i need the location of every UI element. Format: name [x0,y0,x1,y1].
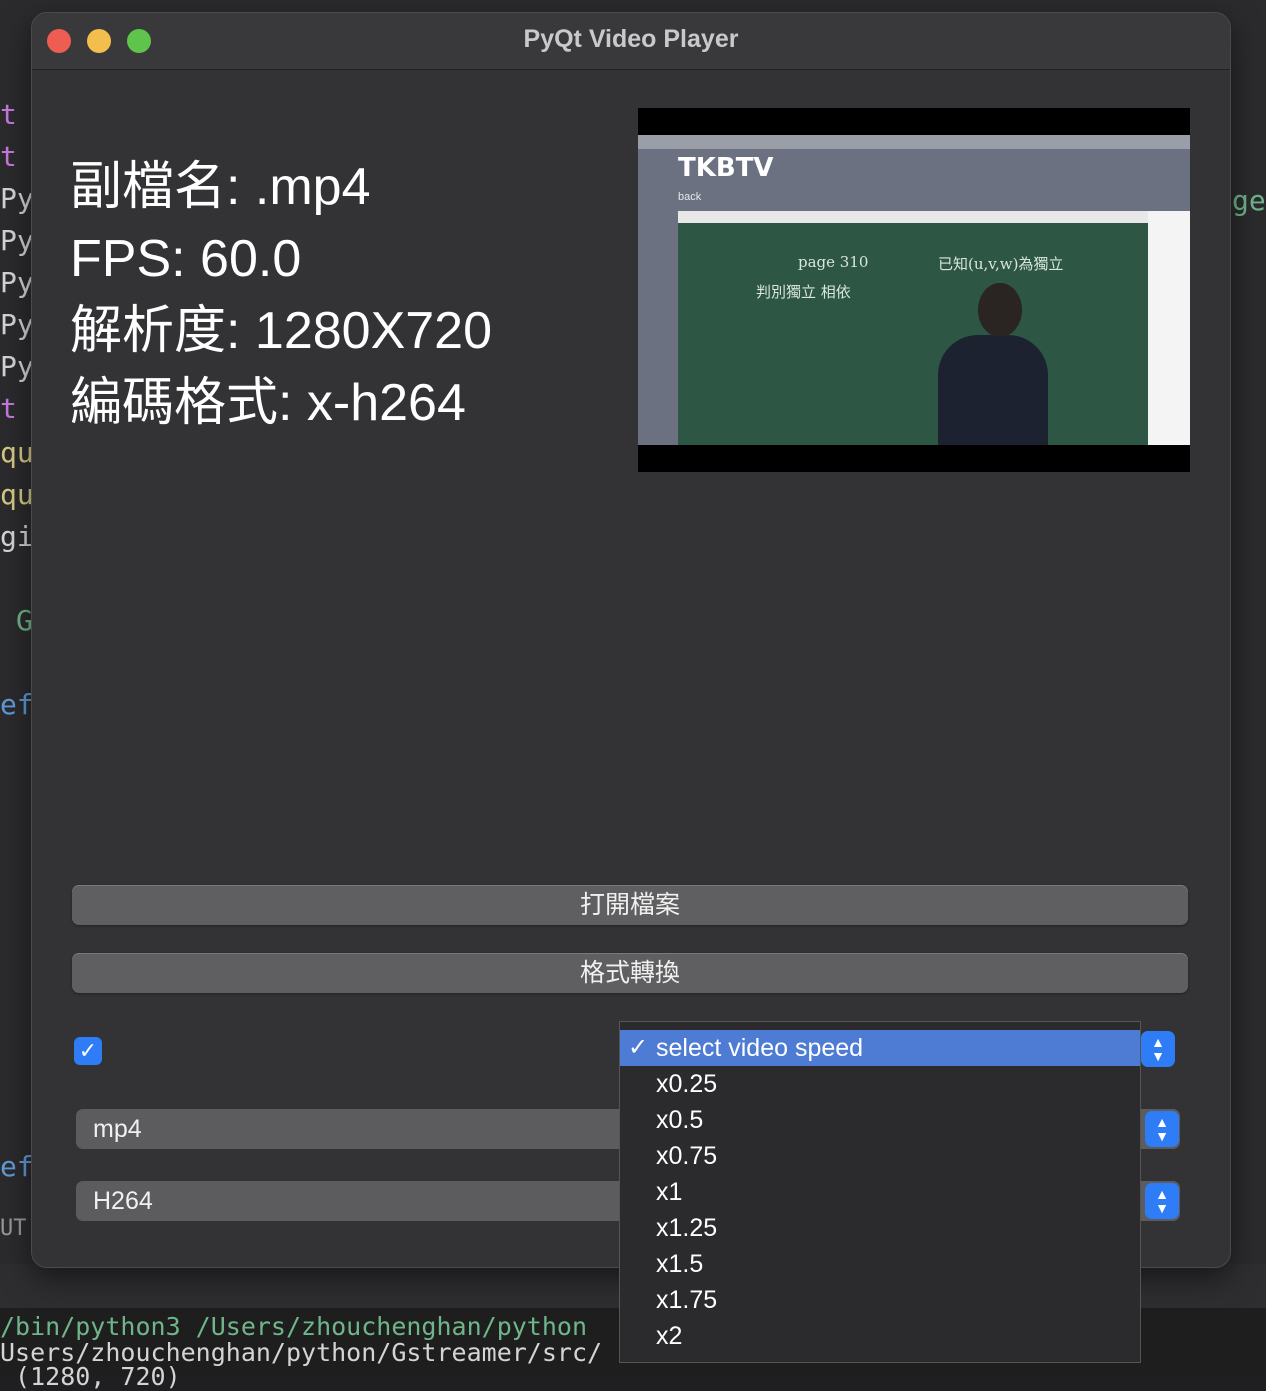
video-frame: TKBTV back page 310 判別獨立 相依 已知(u,v,w)為獨立 [638,135,1190,445]
checkmark-icon: ✓ [78,1038,98,1063]
open-file-button[interactable]: 打開檔案 [72,885,1188,925]
speed-option[interactable]: x0.25 [620,1066,1140,1102]
tkb-logo: TKBTV [678,153,774,183]
terminal-line: (1280, 720) [0,1362,181,1391]
title-bar: PyQt Video Player [32,13,1230,70]
speed-dropdown-menu: ✓ select video speed x0.25 x0.5 x0.75 x1… [619,1021,1141,1363]
editor-text-fragment: ge [1232,184,1266,217]
speed-option[interactable]: x0.75 [620,1138,1140,1174]
speed-option[interactable]: x1.25 [620,1210,1140,1246]
speed-option[interactable]: x1 [620,1174,1140,1210]
gutter-text: UT [0,1216,27,1241]
enable-checkbox[interactable]: ✓ [74,1037,102,1065]
gutter-text: Py [0,308,34,341]
speed-option-label: select video speed [656,1034,864,1062]
speed-option[interactable]: x1.75 [620,1282,1140,1318]
gutter-text: Py [0,350,34,383]
gutter-text: t [0,98,17,131]
chalkboard [678,211,1148,445]
fps-label: FPS: 60.0 [70,230,302,288]
gutter-text: Py [0,182,34,215]
chalk-text: 判別獨立 相依 [756,283,851,301]
resolution-label: 解析度: 1280X720 [70,302,493,360]
codec-label: 編碼格式: x-h264 [70,374,466,432]
window-title: PyQt Video Player [523,25,739,53]
speed-combo-arrows-icon[interactable]: ▲ ▼ [1141,1031,1175,1067]
terminal-line: /bin/python3 /Users/zhouchenghan/python [0,1312,587,1341]
gutter-text: Py [0,224,34,257]
gutter-text: ef [0,1150,34,1183]
extension-label: 副檔名: .mp4 [70,158,371,216]
teacher-head [978,283,1022,337]
speed-option[interactable]: x0.5 [620,1102,1140,1138]
chalk-text: page 310 [798,253,869,271]
speed-option[interactable]: x1.5 [620,1246,1140,1282]
video-header-bar [638,135,1190,149]
gutter-text: qu [0,436,34,469]
video-sidebar [1148,211,1190,445]
teacher-figure [938,335,1048,445]
checkmark-icon: ✓ [628,1034,649,1061]
gutter-text: qu [0,478,34,511]
chalk-text: 已知(u,v,w)為獨立 [938,255,1064,273]
gutter-text: Py [0,266,34,299]
gutter-text: gi [0,520,34,553]
speed-option[interactable]: x2 [620,1318,1140,1354]
codec-combo-arrows-icon[interactable]: ▲ ▼ [1145,1183,1179,1219]
gutter-text: t [0,140,17,173]
format-combo-arrows-icon[interactable]: ▲ ▼ [1145,1111,1179,1147]
gutter-text: t [0,392,17,425]
video-info-panel: 副檔名: .mp4 FPS: 60.0 解析度: 1280X720 編碼格式: … [70,151,492,439]
video-preview[interactable]: TKBTV back page 310 判別獨立 相依 已知(u,v,w)為獨立 [638,108,1190,472]
gutter-text: ef [0,688,34,721]
back-link: back [678,191,702,203]
speed-option-selected[interactable]: ✓ select video speed [620,1030,1140,1066]
convert-format-button[interactable]: 格式轉換 [72,953,1188,993]
